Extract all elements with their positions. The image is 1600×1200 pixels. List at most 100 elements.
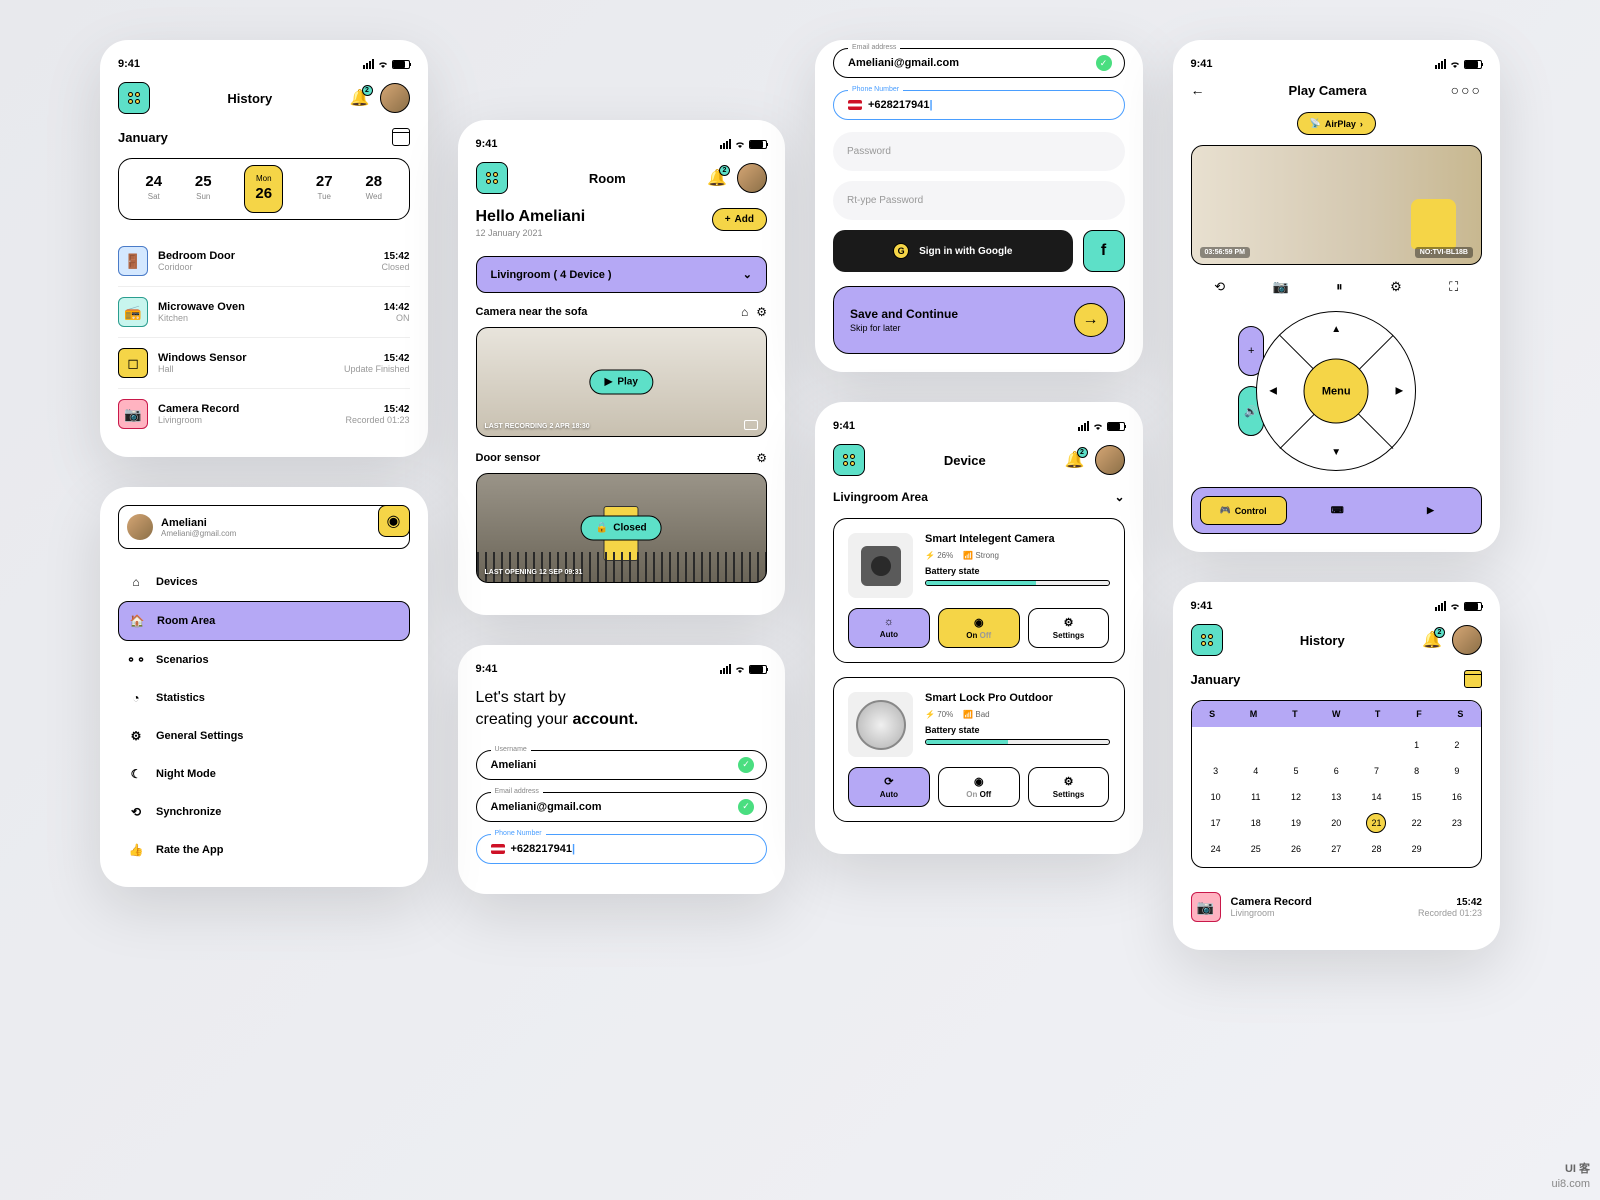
password-field[interactable]: Password: [833, 132, 1125, 171]
retype-password-field[interactable]: Rt-ype Password: [833, 181, 1125, 220]
email-field[interactable]: Email address Ameliani@gmail.com ✓: [476, 792, 768, 822]
app-logo[interactable]: [476, 162, 508, 194]
avatar[interactable]: [380, 83, 410, 113]
gear-icon[interactable]: ⚙: [756, 451, 767, 465]
calendar-day[interactable]: 10: [1196, 787, 1236, 807]
tab-keyboard[interactable]: ⌨: [1295, 496, 1380, 525]
calendar-day[interactable]: 25: [1236, 839, 1276, 859]
calendar[interactable]: SMTWTFS 12345678910111213141516171819202…: [1191, 700, 1483, 868]
on-off-toggle[interactable]: ◉On Off: [938, 608, 1020, 648]
menu-scenarios[interactable]: ⚬⚬Scenarios: [118, 641, 410, 679]
history-item[interactable]: 🚪 Bedroom DoorCoridoor 15:42Closed: [118, 236, 410, 287]
week-picker[interactable]: 24Sat 25Sun Mon26 27Tue 28Wed: [118, 158, 410, 220]
facebook-signin-button[interactable]: f: [1083, 230, 1125, 272]
refresh-icon[interactable]: ⟲: [1214, 279, 1225, 295]
menu-night-mode[interactable]: ☾Night Mode: [118, 755, 410, 793]
avatar[interactable]: [737, 163, 767, 193]
username-field[interactable]: Username Ameliani ✓: [476, 750, 768, 780]
calendar-day[interactable]: 22: [1397, 813, 1437, 833]
dpad-up[interactable]: ▲: [1331, 324, 1341, 335]
close-button[interactable]: ◉: [378, 505, 410, 537]
on-off-toggle[interactable]: ◉On Off: [938, 767, 1020, 807]
calendar-day[interactable]: 2: [1437, 735, 1477, 755]
calendar-day[interactable]: 29: [1397, 839, 1437, 859]
menu-room-area[interactable]: 🏠Room Area: [118, 601, 410, 641]
calendar-day[interactable]: 6: [1316, 761, 1356, 781]
skip-link[interactable]: Skip for later: [850, 323, 958, 333]
calendar-day[interactable]: 3: [1196, 761, 1236, 781]
calendar-icon[interactable]: [392, 128, 410, 146]
history-item[interactable]: 📻 Microwave OvenKitchen 14:42ON: [118, 287, 410, 338]
gear-icon[interactable]: ⚙: [756, 305, 767, 319]
cast-icon[interactable]: ⌂: [741, 305, 748, 319]
pause-icon[interactable]: ⏸: [1336, 279, 1343, 295]
room-selector[interactable]: Livingroom ( 4 Device )⌄: [476, 256, 768, 293]
menu-button[interactable]: Menu: [1304, 359, 1369, 424]
calendar-day[interactable]: 27: [1316, 839, 1356, 859]
settings-button[interactable]: ⚙Settings: [1028, 608, 1110, 648]
history-item[interactable]: 📷 Camera RecordLivingroom 15:42Recorded …: [1191, 882, 1483, 932]
menu-sync[interactable]: ⟲Synchronize: [118, 793, 410, 831]
calendar-day[interactable]: 24: [1196, 839, 1236, 859]
area-selector[interactable]: Livingroom Area⌄: [833, 490, 1125, 504]
menu-rate[interactable]: 👍Rate the App: [118, 831, 410, 869]
avatar[interactable]: [1452, 625, 1482, 655]
play-button[interactable]: ▶ Play: [590, 370, 653, 395]
calendar-day[interactable]: 12: [1276, 787, 1316, 807]
tab-video[interactable]: ▶: [1388, 496, 1473, 525]
phone-field[interactable]: Phone Number +628217941|: [476, 834, 768, 864]
menu-statistics[interactable]: ◔Statistics: [118, 679, 410, 717]
day-selected[interactable]: Mon26: [244, 165, 283, 213]
calendar-day[interactable]: 1: [1397, 735, 1437, 755]
calendar-day[interactable]: 19: [1276, 813, 1316, 833]
back-button[interactable]: ←: [1191, 82, 1205, 98]
dpad-left[interactable]: ◀: [1269, 386, 1277, 397]
photo-icon[interactable]: 📷: [1273, 279, 1289, 295]
phone-field[interactable]: Phone Number +628217941|: [833, 90, 1125, 120]
calendar-day-today[interactable]: 21: [1366, 813, 1386, 833]
auto-button[interactable]: ⟳Auto: [848, 767, 930, 807]
more-icon[interactable]: ○○○: [1451, 82, 1482, 98]
calendar-icon[interactable]: [1464, 670, 1482, 688]
app-logo[interactable]: [1191, 624, 1223, 656]
history-item[interactable]: ◻ Windows SensorHall 15:42Update Finishe…: [118, 338, 410, 389]
airplay-button[interactable]: 📡 AirPlay ›: [1297, 112, 1376, 135]
avatar[interactable]: [1095, 445, 1125, 475]
dpad-down[interactable]: ▼: [1331, 447, 1341, 458]
settings-button[interactable]: ⚙Settings: [1028, 767, 1110, 807]
calendar-day[interactable]: 16: [1437, 787, 1477, 807]
calendar-day[interactable]: 7: [1356, 761, 1396, 781]
calendar-day[interactable]: 8: [1397, 761, 1437, 781]
calendar-day[interactable]: 20: [1316, 813, 1356, 833]
calendar-day[interactable]: 5: [1276, 761, 1316, 781]
dpad-right[interactable]: ▶: [1396, 386, 1404, 397]
calendar-day[interactable]: 18: [1236, 813, 1276, 833]
camera-preview[interactable]: ▶ Play LAST RECORDING 2 APR 18:30: [476, 327, 768, 437]
calendar-day[interactable]: 17: [1196, 813, 1236, 833]
door-preview[interactable]: 🔒 Closed LAST OPENING 12 SEP 09:31: [476, 473, 768, 583]
menu-devices[interactable]: ⌂Devices: [118, 563, 410, 601]
calendar-day[interactable]: 15: [1397, 787, 1437, 807]
settings-icon[interactable]: ⚙: [1390, 279, 1402, 295]
history-item[interactable]: 📷 Camera RecordLivingroom 15:42Recorded …: [118, 389, 410, 439]
bell-icon[interactable]: 🔔2: [350, 88, 370, 108]
auto-button[interactable]: ☼Auto: [848, 608, 930, 648]
bell-icon[interactable]: 🔔2: [1065, 450, 1085, 470]
calendar-day[interactable]: 11: [1236, 787, 1276, 807]
calendar-day[interactable]: 4: [1236, 761, 1276, 781]
live-camera[interactable]: 03:56:59 PM NO:TVI-BL18B: [1191, 145, 1483, 265]
bell-icon[interactable]: 🔔2: [1422, 630, 1442, 650]
add-button[interactable]: + Add: [712, 208, 767, 231]
bell-icon[interactable]: 🔔2: [707, 168, 727, 188]
calendar-day[interactable]: 26: [1276, 839, 1316, 859]
calendar-day[interactable]: 9: [1437, 761, 1477, 781]
save-continue-button[interactable]: Save and ContinueSkip for later →: [833, 286, 1125, 354]
app-logo[interactable]: [833, 444, 865, 476]
email-field[interactable]: Email address Ameliani@gmail.com ✓: [833, 48, 1125, 78]
menu-settings[interactable]: ⚙General Settings: [118, 717, 410, 755]
app-logo[interactable]: [118, 82, 150, 114]
calendar-day[interactable]: 13: [1316, 787, 1356, 807]
google-signin-button[interactable]: GSign in with Google: [833, 230, 1073, 272]
profile-card[interactable]: AmelianiAmeliani@gmail.com: [118, 505, 410, 549]
fullscreen-icon[interactable]: ⛶: [1449, 279, 1458, 295]
